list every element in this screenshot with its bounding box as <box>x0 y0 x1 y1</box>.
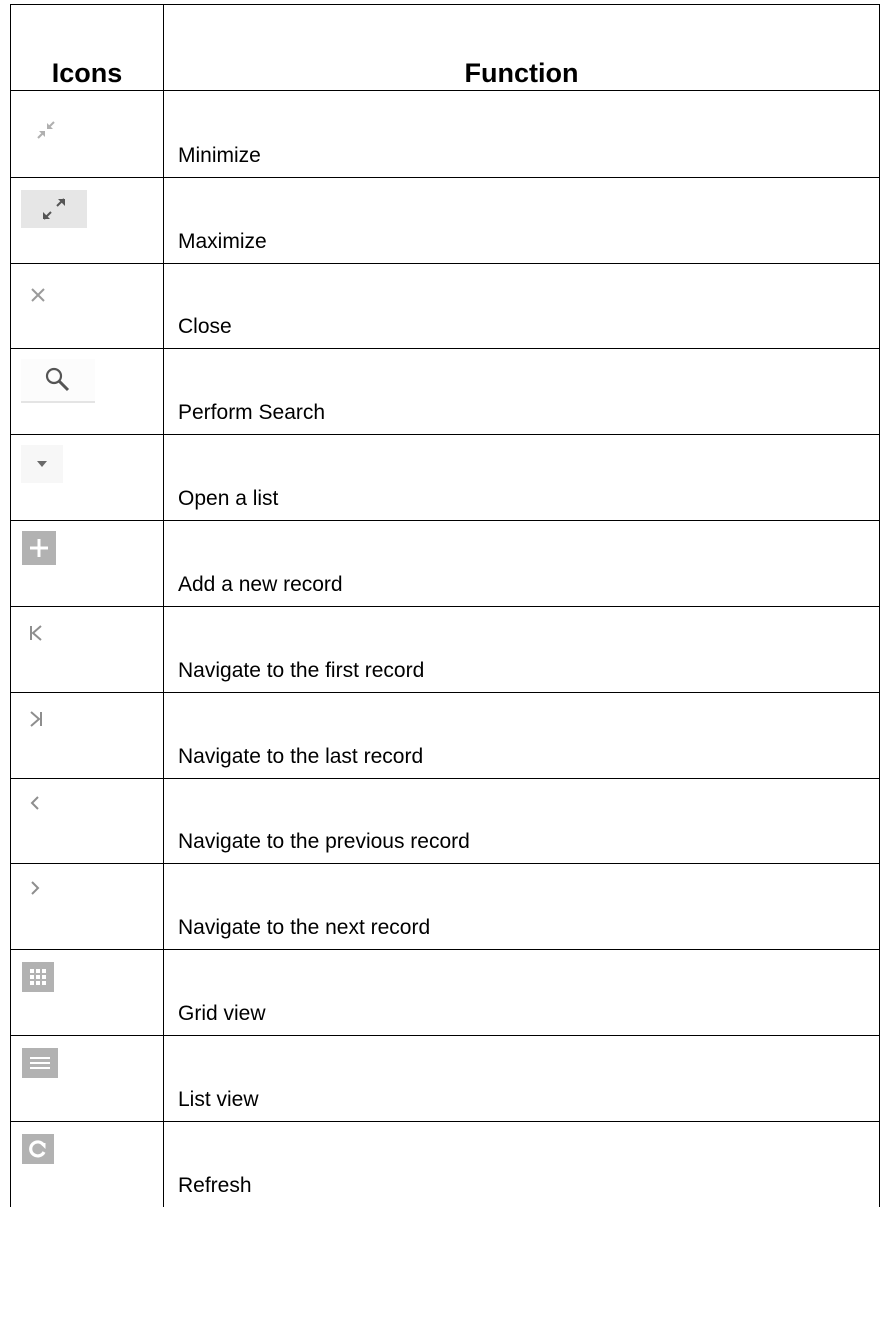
refresh-icon[interactable] <box>22 1134 54 1164</box>
function-cell: Navigate to the previous record <box>163 778 880 864</box>
table-row: Navigate to the last record <box>10 692 880 779</box>
dropdown-arrow-icon[interactable] <box>21 445 63 483</box>
function-cell: Navigate to the first record <box>163 606 880 693</box>
function-cell: Add a new record <box>163 520 880 607</box>
maximize-icon[interactable] <box>21 190 87 228</box>
function-cell: Refresh <box>163 1121 880 1207</box>
table-row: List view <box>10 1035 880 1122</box>
table-row: Navigate to the next record <box>10 863 880 950</box>
icon-cell <box>10 1035 164 1122</box>
table-row: Perform Search <box>10 348 880 435</box>
grid-view-icon[interactable] <box>22 962 54 992</box>
icon-cell <box>10 692 164 779</box>
table-row: Minimize <box>10 90 880 178</box>
table-row: Open a list <box>10 434 880 521</box>
table-row: Grid view <box>10 949 880 1036</box>
icons-column-header: Icons <box>10 4 164 91</box>
search-icon[interactable] <box>21 359 95 403</box>
table-row: Refresh <box>10 1121 880 1207</box>
table-row: Navigate to the first record <box>10 606 880 693</box>
table-row: Add a new record <box>10 520 880 607</box>
icon-cell <box>10 263 164 349</box>
icons-function-table: Icons Function Minimize Maximize Close P… <box>10 4 880 1207</box>
icon-cell <box>10 949 164 1036</box>
table-row: Maximize <box>10 177 880 264</box>
table-row: Close <box>10 263 880 349</box>
icon-cell <box>10 778 164 864</box>
icon-cell <box>10 434 164 521</box>
plus-icon[interactable] <box>22 531 56 565</box>
function-cell: Perform Search <box>163 348 880 435</box>
function-column-header: Function <box>163 4 880 91</box>
previous-record-icon[interactable] <box>25 793 45 813</box>
icon-cell <box>10 348 164 435</box>
icon-cell <box>10 520 164 607</box>
function-cell: Maximize <box>163 177 880 264</box>
close-icon[interactable] <box>27 284 49 306</box>
function-cell: Open a list <box>163 434 880 521</box>
icon-cell <box>10 1121 164 1207</box>
icon-cell <box>10 606 164 693</box>
function-cell: Navigate to the last record <box>163 692 880 779</box>
icon-cell <box>10 863 164 950</box>
function-cell: List view <box>163 1035 880 1122</box>
table-header-row: Icons Function <box>10 4 880 91</box>
icon-cell <box>10 177 164 264</box>
table-row: Navigate to the previous record <box>10 778 880 864</box>
icon-cell <box>10 90 164 178</box>
last-record-icon[interactable] <box>25 707 47 731</box>
function-cell: Minimize <box>163 90 880 178</box>
first-record-icon[interactable] <box>25 621 47 645</box>
next-record-icon[interactable] <box>25 878 45 898</box>
minimize-icon[interactable] <box>33 117 59 143</box>
function-cell: Navigate to the next record <box>163 863 880 950</box>
function-cell: Close <box>163 263 880 349</box>
function-cell: Grid view <box>163 949 880 1036</box>
list-view-icon[interactable] <box>22 1048 58 1078</box>
